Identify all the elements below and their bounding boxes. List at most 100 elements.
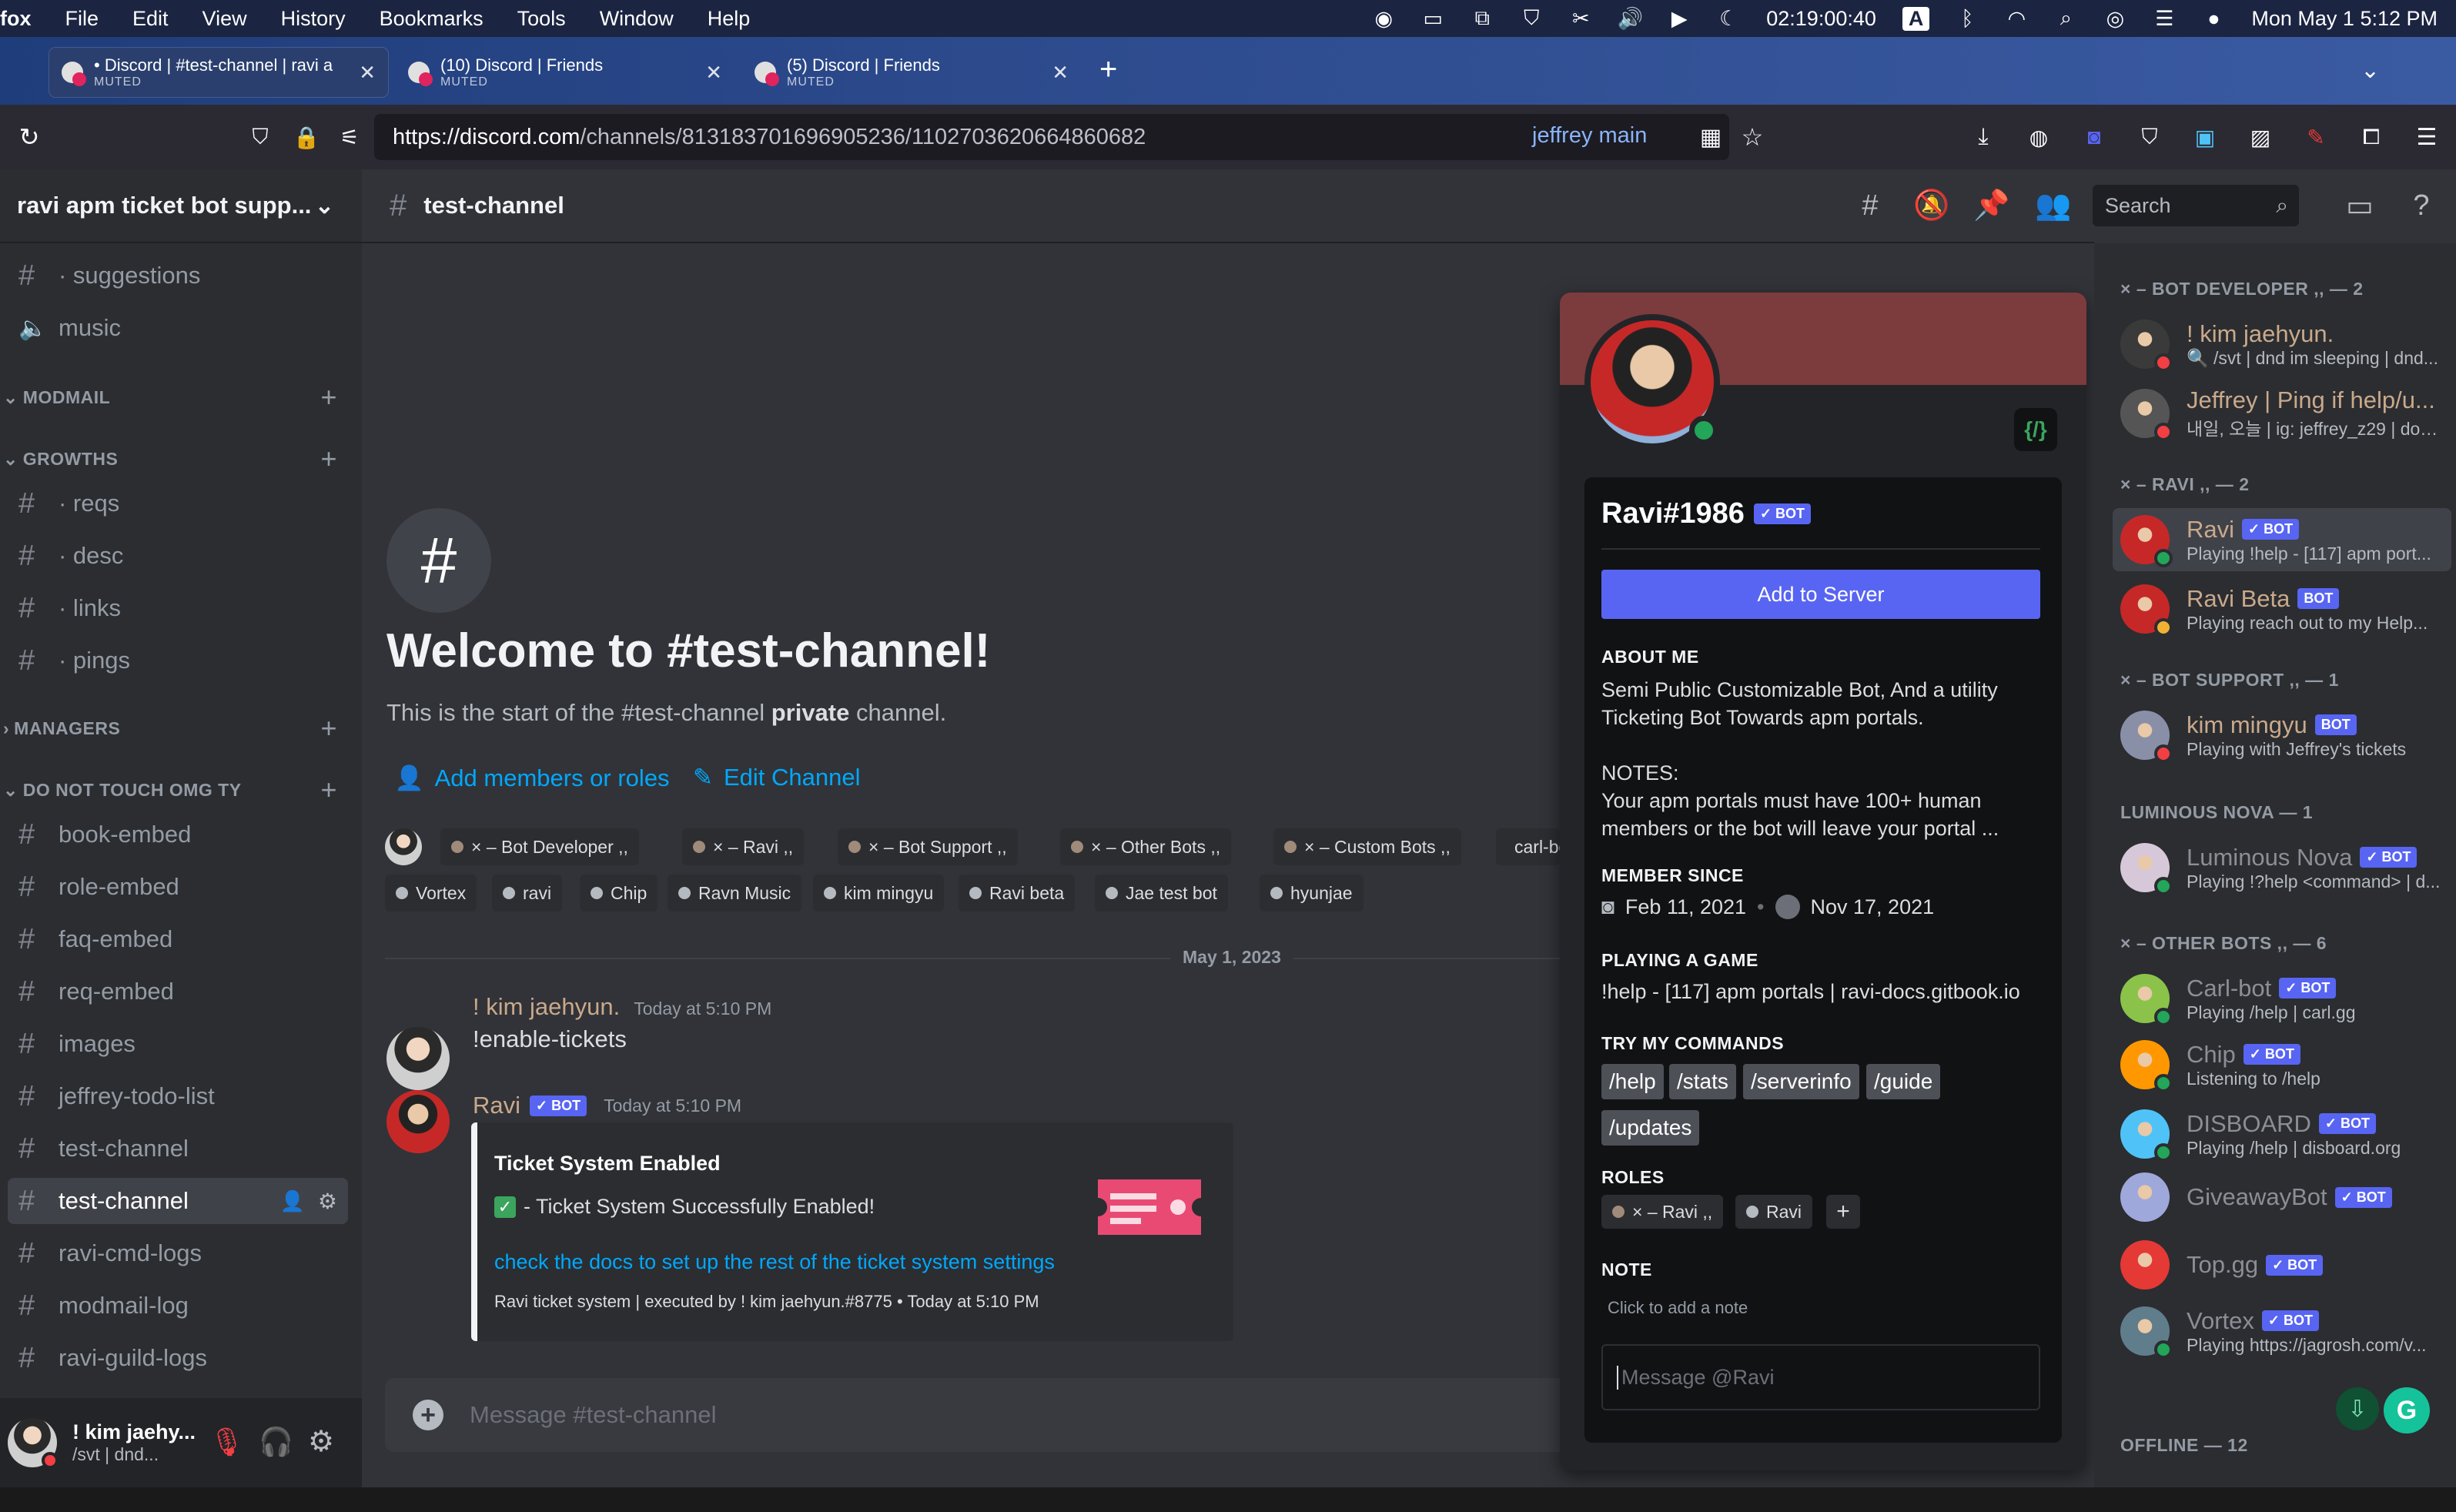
role-pill[interactable]: kim mingyu [813,875,945,912]
notification-bell-muted-icon[interactable]: 🔕 [1913,188,1949,223]
menu-history[interactable]: History [281,7,346,31]
hamburger-menu-icon[interactable]: ☰ [2410,120,2444,154]
member-row[interactable]: ! kim jaehyun. 🔍 /svt | dnd im sleeping |… [2113,313,2451,376]
member-row[interactable]: Chip ✓ BOT Listening to /help [2113,1033,2451,1096]
menu-bookmarks[interactable]: Bookmarks [380,7,484,31]
role-pill[interactable]: × – Ravi ,, [1601,1195,1724,1229]
extensions-puzzle-icon[interactable]: ⧠ [2354,120,2388,154]
create-channel-plus-icon[interactable]: + [320,381,337,413]
search-input[interactable]: Search ⌕ [2093,185,2299,226]
channel-test-channel-1[interactable]: # test-channel [8,1126,348,1172]
app-menu[interactable]: fox [0,7,32,31]
add-role-plus-icon[interactable]: + [1826,1195,1860,1229]
member-row[interactable]: Ravi Beta BOT Playing reach out to my Help… [2113,577,2451,641]
role-pill[interactable]: × – Ravi ,, [682,828,805,865]
input-source[interactable]: A [1902,6,1930,31]
volume-icon[interactable]: 🔊 [1617,7,1643,30]
member-row[interactable]: GiveawayBot ✓ BOT [2113,1166,2451,1229]
role-pill[interactable]: × – Other Bots ,, [1060,828,1232,865]
tab-discord-test-channel[interactable]: • Discord | #test-channel | ravi a MUTED … [49,48,388,97]
avatar[interactable] [8,1418,59,1469]
container-label[interactable]: jeffrey main [1532,123,1647,149]
grammarly-icon[interactable]: ◉ [1372,7,1395,30]
add-to-server-button[interactable]: Add to Server [1601,570,2040,619]
channel-desc[interactable]: # · desc [8,533,348,579]
siri-icon[interactable]: ● [2202,7,2225,30]
extension-discord-icon[interactable]: ◙ [2077,120,2111,154]
list-tabs-chevron-down-icon[interactable]: ⌄ [2361,57,2380,84]
pin-icon[interactable]: 📌 [1973,188,2009,223]
edit-channel-link[interactable]: ✎ Edit Channel [693,764,861,791]
role-pill[interactable]: hyunjae [1260,875,1364,912]
tab-discord-friends-10[interactable]: (10) Discord | Friends MUTED ✕ [396,48,734,97]
category-managers[interactable]: › MANAGERS + [0,712,346,744]
upload-plus-icon[interactable]: + [413,1400,443,1430]
menu-help[interactable]: Help [708,7,751,31]
download-icon[interactable]: ⤓ [1966,120,2000,154]
channel-reqs[interactable]: # · reqs [8,480,348,527]
inbox-icon[interactable]: ▭ [2342,188,2377,223]
extension-save-icon[interactable]: ▣ [2188,120,2222,154]
member-row[interactable]: Jeffrey | Ping if help/u... 내일, 오늘 | ig: … [2113,382,2451,445]
member-row[interactable]: DISBOARD ✓ BOT Playing /help | disboard.or… [2113,1102,2451,1166]
channel-role-embed[interactable]: # role-embed [8,864,348,910]
tab-discord-friends-5[interactable]: (5) Discord | Friends MUTED ✕ [742,48,1081,97]
member-row[interactable]: kim mingyu BOT Playing with Jeffrey's tick… [2113,704,2451,767]
timer-readout[interactable]: 02:19:00:40 [1766,7,1876,31]
wifi-icon[interactable]: ◠ [2005,7,2028,30]
role-pill[interactable]: Jae test bot [1095,875,1228,912]
channel-modmail-log[interactable]: # modmail-log [8,1283,348,1329]
command-stats[interactable]: /stats [1669,1064,1736,1099]
role-pill[interactable]: ravi [492,875,563,912]
tab-close-icon[interactable]: ✕ [1052,61,1069,85]
extension-pen-icon[interactable]: ✎ [2299,120,2333,154]
category-do-not-touch[interactable]: ⌄ DO NOT TOUCH OMG TY + [0,774,346,805]
extension-ublock-icon[interactable]: ⛉ [2133,120,2167,154]
member-row[interactable]: Luminous Nova ✓ BOT Playing !?help <comman… [2113,836,2451,899]
help-icon[interactable]: ? [2404,188,2439,223]
role-pill[interactable]: carl-bot [1496,828,1560,865]
channel-links[interactable]: # · links [8,585,348,631]
windows-icon[interactable]: ⧉ [1471,6,1494,30]
download-arrow-icon[interactable]: ⇩ [2336,1387,2379,1430]
create-channel-plus-icon[interactable]: + [320,443,337,475]
gear-icon[interactable]: ⚙ [318,1189,337,1214]
channel-suggestions[interactable]: # · suggestions [8,253,348,299]
create-channel-plus-icon[interactable]: + [320,774,337,806]
threads-icon[interactable]: # [1852,188,1888,223]
play-icon[interactable]: ▶ [1668,7,1691,30]
message-user-input[interactable]: Message @Ravi [1601,1344,2040,1410]
menu-window[interactable]: Window [600,7,674,31]
role-pill[interactable]: Ravi [1735,1195,1813,1229]
role-pill[interactable]: × – Bot Developer ,, [440,828,639,865]
avatar[interactable] [386,1027,450,1090]
deafen-headphones-icon[interactable]: 🎧 [259,1426,293,1458]
lock-icon[interactable]: 🔒 [289,120,323,154]
member-row[interactable]: Ravi ✓ BOT Playing !help - [117] apm port.… [2113,508,2451,571]
menu-tools[interactable]: Tools [517,7,566,31]
category-growths[interactable]: ⌄ GROWTHS + [0,443,346,474]
scissors-icon[interactable]: ✂ [1569,7,1592,30]
user-icon[interactable]: ◎ [2103,7,2126,30]
command-help[interactable]: /help [1601,1064,1664,1099]
channel-pings[interactable]: # · pings [8,637,348,684]
screen-icon[interactable]: ▭ [1421,7,1444,30]
clock[interactable]: Mon May 1 5:12 PM [2251,7,2438,31]
channel-music[interactable]: 🔈 music [8,305,348,351]
command-serverinfo[interactable]: /serverinfo [1743,1064,1859,1099]
member-row[interactable]: Top.gg ✓ BOT [2113,1233,2451,1296]
add-members-link[interactable]: 👤 Add members or roles [394,764,670,792]
role-pill[interactable]: × – Bot Support ,, [838,828,1018,865]
member-row[interactable]: Vortex ✓ BOT Playing https://jagrosh.com/v… [2113,1300,2451,1363]
channel-jeffrey-todo-list[interactable]: # jeffrey-todo-list [8,1073,348,1119]
extension-globe-icon[interactable]: ◍ [2022,120,2056,154]
role-pill[interactable]: Chip [580,875,658,912]
moon-icon[interactable]: ☾ [1717,7,1740,30]
category-modmail[interactable]: ⌄ MODMAIL + [0,381,346,413]
member-row[interactable]: Carl-bot ✓ BOT Playing /help | carl.gg [2113,967,2451,1030]
bluetooth-icon[interactable]: ᛒ [1956,7,1979,30]
channel-ravi-cmd-logs[interactable]: # ravi-cmd-logs [8,1230,348,1276]
developer-badge-icon[interactable]: {/} [2014,408,2057,451]
avatar[interactable] [386,1090,450,1153]
channel-images[interactable]: # images [8,1021,348,1067]
